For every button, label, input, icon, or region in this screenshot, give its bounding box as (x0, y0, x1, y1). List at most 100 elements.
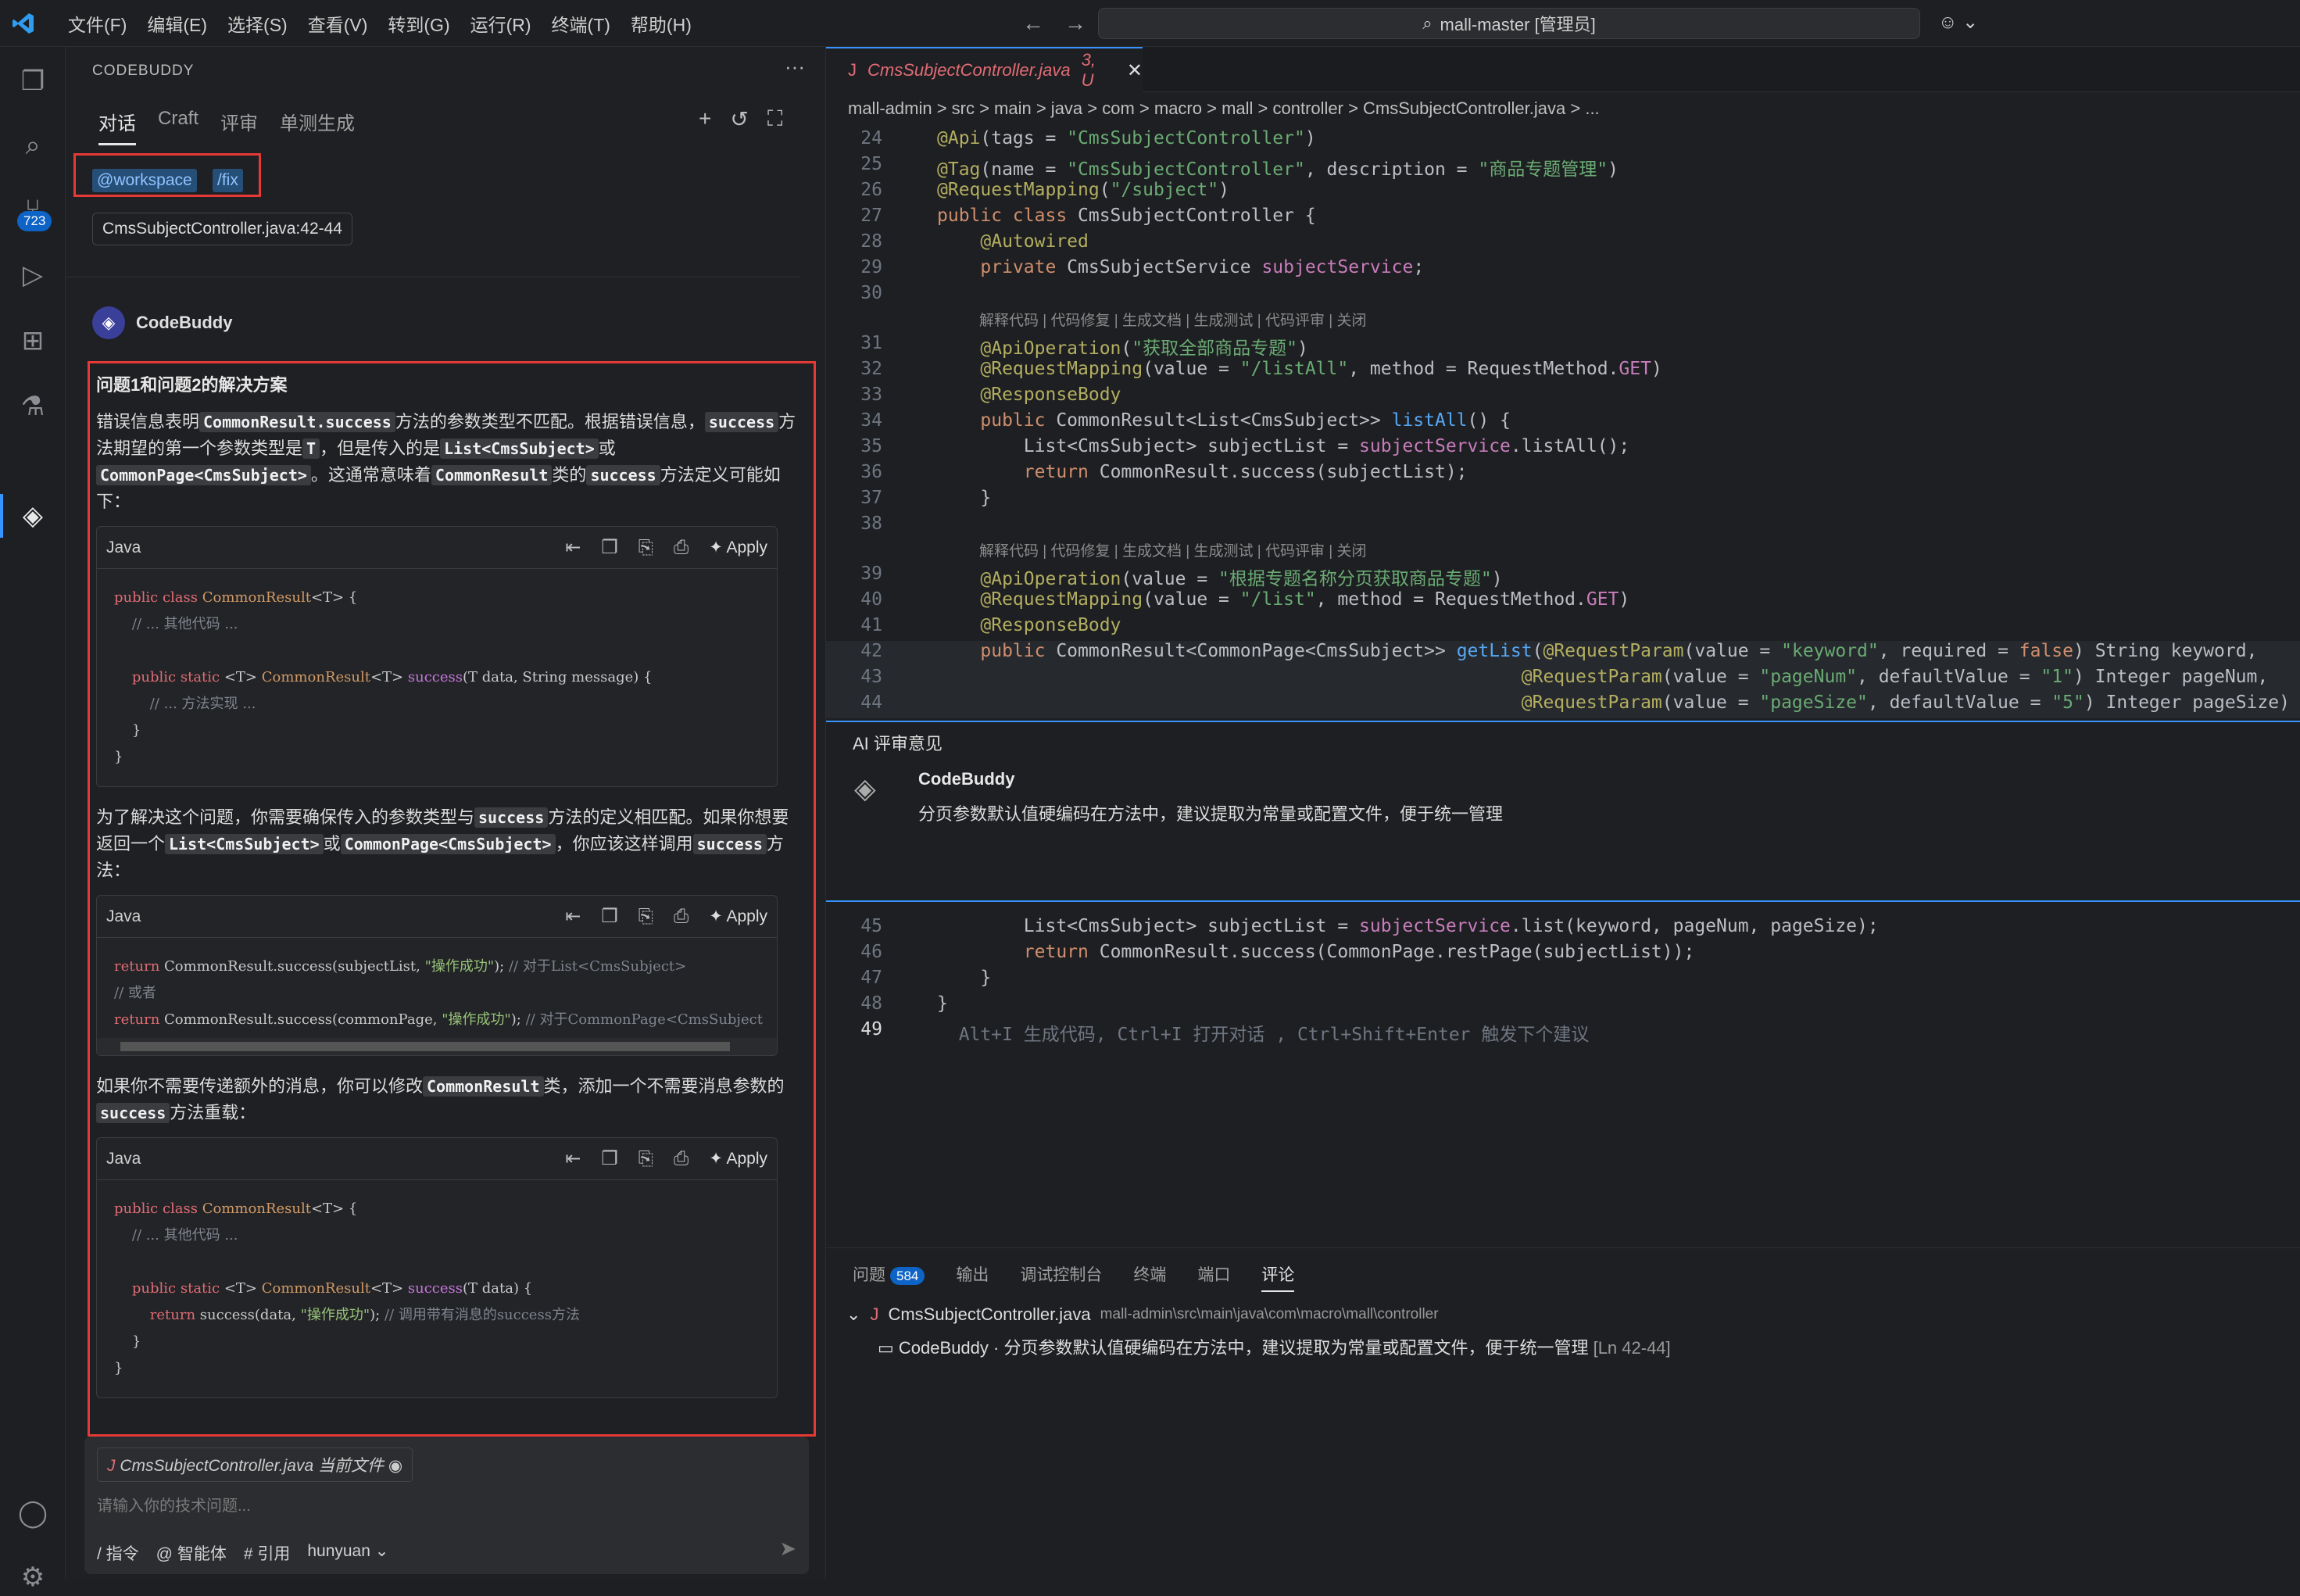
tab-problems[interactable]: 问题 584 (853, 1262, 925, 1292)
assistant-name: CodeBuddy (136, 313, 233, 332)
apply-button[interactable]: ✦ Apply (709, 538, 767, 557)
code-content: public class CommonResult<T> { // ... 其他… (114, 1201, 580, 1376)
java-file-icon: J (870, 1304, 879, 1324)
menu-selection[interactable]: 选择(S) (217, 10, 298, 37)
answer-heading: 问题1和问题2的解决方案 (96, 375, 288, 395)
comment-file-row[interactable]: ⌄ J CmsSubjectController.java mall-admin… (846, 1304, 1439, 1325)
answer-paragraph-1: 错误信息表明 CommonResult.success 方法的参数类型不匹配。根据错… (96, 412, 796, 511)
code-line: 43 @RequestParam(value = "pageNum", defa… (826, 667, 2300, 692)
code-line: 33 @ResponseBody (860, 385, 1121, 405)
code-block-3: Java ⇤ ❐ ⎘ ⎙ ✦ Apply public class Common… (96, 1137, 778, 1398)
diff-icon[interactable]: ⎙ (674, 906, 689, 928)
code-line: 48} (860, 993, 948, 1014)
fix-chip[interactable]: /fix (213, 169, 243, 192)
tab-terminal[interactable]: 终端 (1133, 1262, 1166, 1292)
review-title: AI 评审意见 (853, 734, 943, 753)
code-line: 40 @RequestMapping(value = "/list", meth… (860, 589, 1630, 610)
apply-button[interactable]: ✦ Apply (709, 907, 767, 926)
code-language: Java (106, 907, 141, 925)
run-debug-icon[interactable]: ▷ (14, 256, 52, 294)
model-select[interactable]: hunyuan ⌄ (307, 1541, 388, 1565)
insert-icon[interactable]: ⇤ (565, 1147, 581, 1170)
command-center[interactable]: ⌕ mall-master [管理员] (1098, 8, 1920, 39)
testing-icon[interactable]: ⚗ (14, 388, 52, 425)
answer-panel: 问题1和问题2的解决方案 错误信息表明 CommonResult.success 方… (88, 361, 816, 1437)
menu-file[interactable]: 文件(F) (58, 10, 137, 37)
tab-review[interactable]: 评审 (220, 108, 258, 145)
copy-icon[interactable]: ❐ (601, 536, 618, 559)
current-file-chip[interactable]: J CmsSubjectController.java 当前文件 ◉ (97, 1447, 413, 1482)
diff-icon[interactable]: ⎙ (674, 537, 689, 559)
reference-button[interactable]: # 引用 (244, 1541, 291, 1565)
tab-ports[interactable]: 端口 (1197, 1262, 1230, 1292)
tab-comments[interactable]: 评论 (1261, 1262, 1295, 1292)
source-control-badge: 723 (17, 211, 52, 231)
code-line: 34 public CommonResult<List<CmsSubject>>… (860, 410, 1511, 431)
horizontal-scrollbar[interactable] (97, 1038, 777, 1055)
back-arrow-icon[interactable]: ← (1022, 11, 1044, 36)
review-comment: 分页参数默认值硬编码在方法中，建议提取为常量或配置文件，便于统一管理 (918, 804, 1504, 824)
codebuddy-icon[interactable]: ◈ (14, 497, 52, 535)
tab-debug-console[interactable]: 调试控制台 (1020, 1262, 1102, 1292)
menu-help[interactable]: 帮助(H) (621, 10, 702, 37)
forward-arrow-icon[interactable]: → (1064, 11, 1086, 36)
file-reference[interactable]: CmsSubjectController.java:42-44 (92, 213, 352, 245)
workspace-chip[interactable]: @workspace (92, 169, 197, 192)
sidebar-tabs: 对话 Craft 评审 单测生成 (98, 108, 377, 145)
tab-unit-test[interactable]: 单测生成 (280, 108, 355, 145)
menu-view[interactable]: 查看(V) (298, 10, 378, 37)
new-file-icon[interactable]: ⎘ (638, 906, 653, 928)
panel-tabs: 问题 584 输出 调试控制台 终端 端口 评论 (853, 1262, 1295, 1292)
send-icon[interactable]: ➤ (779, 1537, 796, 1561)
account-icon[interactable]: ◯ (14, 1494, 52, 1532)
command-button[interactable]: / 指令 (97, 1541, 139, 1565)
tab-chat[interactable]: 对话 (98, 108, 136, 145)
code-line: 24 @Api(tags = "CmsSubjectController") (860, 128, 1316, 149)
code-line: 27 public class CmsSubjectController { (860, 206, 1316, 226)
chat-input[interactable]: 请输入你的技术问题... (97, 1493, 251, 1515)
menu-terminal[interactable]: 终端(T) (542, 10, 621, 37)
copy-icon[interactable]: ❐ (601, 905, 618, 928)
code-content: public class CommonResult<T> { // ... 其他… (114, 589, 653, 765)
active-indicator (0, 494, 3, 538)
history-icon[interactable]: ↺ (730, 106, 748, 132)
agent-button[interactable]: @ 智能体 (156, 1541, 227, 1565)
apply-button[interactable]: ✦ Apply (709, 1149, 767, 1168)
explorer-icon[interactable]: ❐ (14, 63, 52, 100)
code-content: return CommonResult.success(subjectList,… (114, 958, 763, 1028)
copy-icon[interactable]: ❐ (601, 1147, 618, 1170)
editor-area: J CmsSubjectController.java 3, U ✕ mall-… (826, 47, 2300, 1579)
comment-entry[interactable]: ▭ CodeBuddy · 分页参数默认值硬编码在方法中，建议提取为常量或配置文… (878, 1334, 1671, 1359)
new-file-icon[interactable]: ⎘ (638, 537, 653, 559)
gear-icon[interactable]: ⚙ (14, 1558, 52, 1596)
expand-icon[interactable]: ⛶ (767, 106, 783, 132)
code-line: 30 (860, 283, 882, 303)
code-line: 31 @ApiOperation("获取全部商品专题") (860, 333, 1308, 359)
code-block-1: Java ⇤ ❐ ⎘ ⎙ ✦ Apply public class Common… (96, 526, 778, 787)
tab-output[interactable]: 输出 (956, 1262, 989, 1292)
code-line: 32 @RequestMapping(value = "/listAll", m… (860, 359, 1662, 379)
close-icon[interactable]: ✕ (1127, 59, 1143, 82)
search-icon[interactable]: ⌕ (14, 127, 52, 164)
code-line: 36 return CommonResult.success(subjectLi… (860, 462, 1468, 482)
copilot-icon[interactable]: ☺ ⌄ (1938, 11, 1978, 34)
assistant-header: ◈ CodeBuddy (92, 306, 232, 339)
menu-edit[interactable]: 编辑(E) (137, 10, 217, 37)
insert-icon[interactable]: ⇤ (565, 905, 581, 928)
insert-icon[interactable]: ⇤ (565, 536, 581, 559)
menu-run[interactable]: 运行(R) (460, 10, 542, 37)
diff-icon[interactable]: ⎙ (674, 1148, 689, 1170)
extensions-icon[interactable]: ⊞ (14, 322, 52, 360)
new-chat-icon[interactable]: + (699, 106, 711, 132)
more-icon[interactable]: ··· (785, 55, 805, 79)
codelens: 解释代码 | 代码修复 | 生成文档 | 生成测试 | 代码评审 | 关闭 (979, 543, 1367, 560)
editor-tab[interactable]: J CmsSubjectController.java 3, U ✕ (826, 47, 1143, 92)
code-line: 49 Alt+I 生成代码, Ctrl+I 打开对话 , Ctrl+Shift+… (860, 1019, 1590, 1045)
activity-bar: ❐ ⌕ ⑂ 723 ▷ ⊞ ⚗ ◈ ◯ ⚙ (0, 47, 66, 1592)
comment-filename: CmsSubjectController.java (888, 1304, 1091, 1324)
tab-craft[interactable]: Craft (158, 108, 199, 145)
menu-go[interactable]: 转到(G) (377, 10, 460, 37)
code-language: Java (106, 538, 141, 556)
new-file-icon[interactable]: ⎘ (638, 1148, 653, 1170)
breadcrumb[interactable]: mall-admin > src > main > java > com > m… (848, 98, 1600, 119)
